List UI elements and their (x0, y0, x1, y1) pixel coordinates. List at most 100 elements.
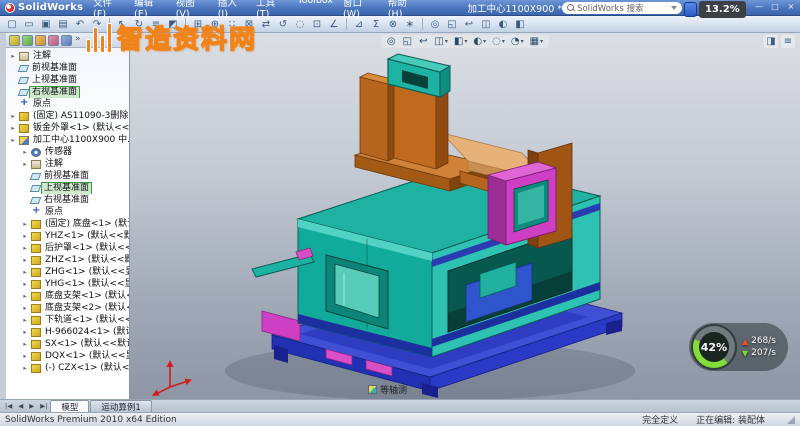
tree-item[interactable]: ▸ ZHG<1> (默认<<显示... (6, 266, 129, 278)
expand-arrow-icon[interactable]: ▸ (21, 244, 29, 252)
configuration-manager-tab[interactable] (35, 35, 46, 46)
display-style-icon[interactable]: ◐ (495, 17, 511, 32)
menu-item[interactable]: 编辑(E) (129, 0, 171, 20)
tree-item[interactable]: 前视基准面 (6, 170, 129, 182)
expand-arrow-icon[interactable]: ▸ (21, 340, 29, 348)
new-file-icon[interactable]: ▢ (4, 17, 20, 32)
section-view-icon[interactable]: ◫ (478, 17, 494, 32)
tree-item[interactable]: ▸ 底盘支架<2> (默认<... (6, 302, 129, 314)
expand-arrow-icon[interactable]: ▸ (9, 52, 17, 60)
tree-item[interactable]: 前视基准面 (6, 62, 129, 74)
tree-item[interactable]: ▸ 加工中心1100X900 中... (6, 134, 129, 146)
search-dropdown-icon[interactable] (671, 6, 677, 10)
expand-arrow-icon[interactable]: ▸ (21, 292, 29, 300)
display-style-icon[interactable]: ◐ ▾ (471, 36, 488, 47)
hide-show-items-icon[interactable]: ◌ ▾ (490, 36, 507, 47)
tree-item[interactable]: ▸ H-966024<1> (默认... (6, 326, 129, 338)
graphics-viewport[interactable]: ◎ ◱ ↩ ◫ ▾ (130, 33, 800, 399)
previous-view-icon[interactable]: ↩ (417, 36, 430, 47)
expand-arrow-icon[interactable]: ▸ (9, 136, 17, 144)
expand-arrow-icon[interactable]: ▸ (21, 256, 29, 264)
tree-item[interactable]: 右视基准面 (6, 86, 129, 98)
expand-arrow-icon[interactable]: ▸ (21, 316, 29, 324)
edit-appearance-icon[interactable]: ◔ ▾ (509, 36, 526, 47)
property-manager-tab[interactable] (22, 35, 33, 46)
expand-arrow-icon[interactable]: ▸ (21, 304, 29, 312)
expand-arrow-icon[interactable]: ▸ (21, 352, 29, 360)
tree-item[interactable]: ▸ YHG<1> (默认<<显示... (6, 278, 129, 290)
expand-arrow-icon[interactable]: ▸ (21, 232, 29, 240)
zoom-fit-icon[interactable]: ◎ (427, 17, 443, 32)
tab-nav-arrow-icon[interactable]: ▶| (37, 402, 50, 410)
tree-item[interactable]: 原点 (6, 206, 129, 218)
menu-item[interactable]: 插入(I) (213, 0, 251, 20)
menu-item[interactable]: 工具(T) (251, 0, 292, 20)
view-orientation-icon[interactable]: ◧ ▾ (452, 36, 469, 47)
feature-manager-panel: ▸ 注解 前视基准面 上视基准面 (0, 33, 130, 399)
task-pane-menu-icon[interactable]: ≡ (781, 35, 795, 48)
window-control-button[interactable]: — (753, 2, 765, 11)
expand-arrow-icon[interactable]: ▸ (21, 328, 29, 336)
tree-item[interactable]: ▸ YHZ<1> (默认<<默认... (6, 230, 129, 242)
tree-item-label: (固定) AS11090-3删除+1... (31, 111, 129, 122)
tree-item[interactable]: ▸ 钣金外罩<1> (默认<<... (6, 122, 129, 134)
tree-item[interactable]: ▸ 注解 (6, 158, 129, 170)
expand-arrow-icon[interactable]: ▸ (9, 112, 17, 120)
feature-manager-tab[interactable] (9, 35, 20, 46)
tree-item[interactable]: ▸ DQX<1> (默认<<显示... (6, 350, 129, 362)
previous-view-icon[interactable]: ↩ (461, 17, 477, 32)
window-control-button[interactable]: □ (769, 2, 781, 11)
zoom-area-icon[interactable]: ◱ (444, 17, 460, 32)
expand-arrow-icon[interactable]: ▸ (21, 160, 29, 168)
tree-item-label: 注解 (43, 159, 65, 170)
tree-item[interactable]: ▸ ZHZ<1> (默认<<默认... (6, 254, 129, 266)
expand-arrow-icon[interactable]: ▸ (21, 148, 29, 156)
save-icon[interactable]: ▣ (38, 17, 54, 32)
resize-grip[interactable] (787, 416, 795, 424)
document-tab[interactable]: 模型 (50, 400, 89, 412)
expand-arrow-icon[interactable]: ▸ (21, 220, 29, 228)
view-orientation-icon[interactable]: ◧ (512, 17, 528, 32)
tree-item[interactable]: ▸ (-) CZX<1> (默认<<... (6, 362, 129, 374)
tree-item[interactable]: ▸ 后护罩<1> (默认<<... (6, 242, 129, 254)
tree-item[interactable]: ▸ 底盘支架<1> (默认<... (6, 290, 129, 302)
tree-item[interactable]: ▸ 传感器 (6, 146, 129, 158)
print-icon[interactable]: ▤ (55, 17, 71, 32)
tab-nav-arrow-icon[interactable]: ◀ (15, 402, 26, 410)
tree-item-label: 前视基准面 (42, 171, 91, 182)
tree-item[interactable]: 上视基准面 (6, 74, 129, 86)
menu-item[interactable]: 文件(F) (88, 0, 129, 20)
expand-arrow-icon[interactable]: ▸ (21, 280, 29, 288)
tree-item[interactable]: ▸ SX<1> (默认<<默认... (6, 338, 129, 350)
expand-arrow-icon[interactable]: ▸ (21, 268, 29, 276)
tab-nav-arrow-icon[interactable]: ▶ (26, 402, 37, 410)
document-tab[interactable]: 运动算例1 (90, 400, 151, 412)
dimxpert-manager-tab[interactable] (48, 35, 59, 46)
zoom-area-icon[interactable]: ◱ (401, 36, 415, 47)
tree-item[interactable]: 上视基准面 (6, 182, 129, 194)
tree-item[interactable]: ▸ 下轨道<1> (默认<<... (6, 314, 129, 326)
window-control-button[interactable]: × (785, 2, 797, 11)
part-icon (31, 256, 41, 265)
tree-item[interactable]: ▸ (固定) 底盘<1> (默认<... (6, 218, 129, 230)
expand-arrow-icon[interactable]: ▸ (9, 124, 17, 132)
tree-item[interactable]: 右视基准面 (6, 194, 129, 206)
zoom-fit-icon[interactable]: ◎ (385, 36, 399, 47)
open-file-icon[interactable]: ▭ (21, 17, 37, 32)
menu-item[interactable]: 视图(V) (171, 0, 213, 20)
tab-nav-arrow-icon[interactable]: |◀ (2, 402, 15, 410)
search-input[interactable]: SolidWorks 搜索 (562, 2, 682, 14)
display-manager-tab[interactable] (61, 35, 72, 46)
section-view-icon[interactable]: ◫ ▾ (432, 36, 449, 47)
apply-scene-icon[interactable]: ▦ ▾ (528, 36, 545, 47)
undo-icon[interactable]: ↶ (72, 17, 88, 32)
tree-item[interactable]: ▸ 注解 (6, 50, 129, 62)
tree-item[interactable]: ▸ (固定) AS11090-3删除+1... (6, 110, 129, 122)
panel-flyout-icon[interactable] (74, 35, 83, 46)
task-pane-toggle-icon[interactable]: ◨ (764, 35, 778, 48)
tree-item[interactable]: 原点 (6, 98, 129, 110)
menu-item[interactable]: 帮助(H) (383, 0, 426, 20)
menu-item[interactable]: Toolbox (292, 0, 338, 20)
expand-arrow-icon[interactable]: ▸ (21, 364, 29, 372)
menu-item[interactable]: 窗口(W) (338, 0, 383, 20)
